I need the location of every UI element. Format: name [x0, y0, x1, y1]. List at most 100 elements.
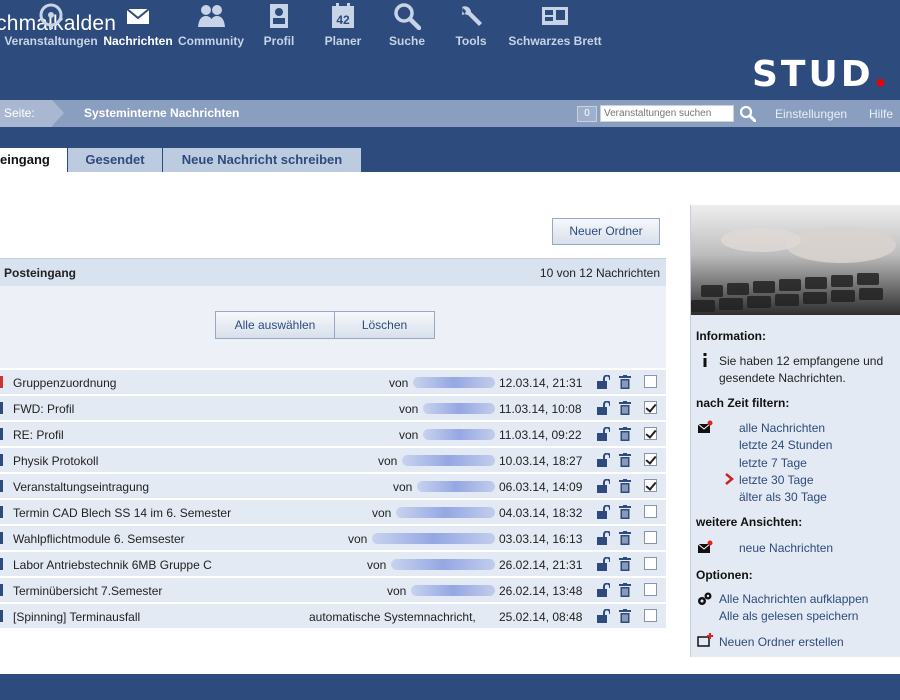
nav-item-tools[interactable]: Tools — [450, 0, 492, 50]
message-row[interactable]: Labor Antriebstechnik 6MB Gruppe C von 26.… — [0, 552, 666, 578]
trash-icon[interactable] — [619, 427, 631, 444]
filter-all[interactable]: alle Nachrichten — [739, 421, 825, 435]
unlock-icon[interactable] — [596, 478, 611, 496]
message-row[interactable]: Gruppenzuordnung von 12.03.14, 21:31 — [0, 370, 666, 396]
message-row[interactable]: RE: Profil von 11.03.14, 09:22 — [0, 422, 666, 448]
unlock-icon[interactable] — [596, 556, 611, 574]
message-checkbox[interactable] — [644, 557, 657, 570]
unlock-icon[interactable] — [596, 582, 611, 600]
message-row[interactable]: Veranstaltungseintragung von 06.03.14, 14:… — [0, 474, 666, 500]
nav-item-veranstaltungen[interactable]: Veranstaltungen — [4, 0, 98, 50]
unlock-icon[interactable] — [596, 504, 611, 522]
trash-icon[interactable] — [619, 401, 631, 418]
unlock-icon[interactable] — [596, 400, 611, 418]
message-subject[interactable]: Gruppenzuordnung — [13, 376, 116, 390]
view-new-messages[interactable]: neue Nachrichten — [739, 541, 833, 555]
message-subject[interactable]: [Spinning] Terminausfall — [13, 610, 140, 624]
trash-icon[interactable] — [619, 609, 631, 626]
trash-icon[interactable] — [619, 505, 631, 522]
message-row[interactable]: FWD: Profil von 11.03.14, 10:08 — [0, 396, 666, 422]
trash-icon[interactable] — [619, 531, 631, 548]
message-checkbox[interactable] — [644, 531, 657, 544]
message-sender-label: von — [367, 558, 387, 572]
unlock-icon[interactable] — [596, 374, 611, 392]
message-checkbox[interactable] — [644, 479, 657, 492]
message-date: 06.03.14, 14:09 — [499, 480, 583, 494]
message-date: 10.03.14, 18:27 — [499, 454, 583, 468]
help-link[interactable]: Hilfe — [869, 107, 893, 121]
profile-icon — [258, 2, 300, 32]
message-checkbox[interactable] — [644, 427, 657, 440]
message-row[interactable]: Physik Protokoll von 10.03.14, 18:27 — [0, 448, 666, 474]
message-checkbox[interactable] — [644, 505, 657, 518]
option-new-folder[interactable]: Neuen Ordner erstellen — [719, 635, 844, 649]
trash-icon[interactable] — [619, 479, 631, 496]
studip-logo[interactable]: STUD. — [752, 54, 890, 95]
message-date: 11.03.14, 10:08 — [499, 402, 582, 416]
message-subject[interactable]: Wahlpflichtmodule 6. Semsester — [13, 532, 185, 546]
breadcrumb-arrow-icon — [52, 100, 64, 126]
message-checkbox[interactable] — [644, 375, 657, 388]
sender-name-blurred — [391, 559, 495, 570]
trash-icon[interactable] — [619, 453, 631, 470]
message-checkbox[interactable] — [644, 401, 657, 414]
tab-neue-nachricht[interactable]: Neue Nachricht schreiben — [163, 148, 361, 172]
search-icon[interactable] — [739, 105, 757, 125]
sender-name-blurred — [423, 403, 495, 414]
option-expand-all[interactable]: Alle Nachrichten aufklappen — [719, 592, 868, 606]
message-date: 04.03.14, 18:32 — [499, 506, 583, 520]
search-input[interactable] — [600, 105, 734, 122]
message-row[interactable]: [Spinning] Terminausfall automatische Sys… — [0, 604, 666, 630]
mail-filter-icon — [697, 420, 713, 437]
nav-item-nachrichten[interactable]: Nachrichten — [101, 0, 175, 50]
message-row[interactable]: Wahlpflichtmodule 6. Semsester von 03.03.1… — [0, 526, 666, 552]
message-subject[interactable]: Veranstaltungseintragung — [13, 480, 149, 494]
message-subject[interactable]: Physik Protokoll — [13, 454, 98, 468]
unlock-icon[interactable] — [596, 426, 611, 444]
message-row[interactable]: Termin CAD Blech SS 14 im 6. Semester von… — [0, 500, 666, 526]
nav-item-planer[interactable]: 42 Planer — [322, 0, 364, 50]
message-row[interactable]: Terminübersicht 7.Semester von 26.02.14, 1… — [0, 578, 666, 604]
add-folder-icon — [697, 633, 713, 650]
message-date: 26.02.14, 13:48 — [499, 584, 583, 598]
nav-item-schwarzes-brett[interactable]: Schwarzes Brett — [505, 0, 605, 50]
filter-older[interactable]: älter als 30 Tage — [739, 490, 827, 504]
message-status-marker — [0, 584, 3, 596]
tab-posteingang[interactable]: eingang — [0, 148, 67, 172]
nav-item-profil[interactable]: Profil — [258, 0, 300, 50]
select-all-button[interactable]: Alle auswählen — [215, 311, 335, 339]
trash-icon[interactable] — [619, 557, 631, 574]
nav-item-suche[interactable]: Suche — [386, 0, 428, 50]
message-subject[interactable]: Labor Antriebstechnik 6MB Gruppe C — [13, 558, 212, 572]
options-title: Optionen: — [696, 568, 753, 582]
message-subject[interactable]: FWD: Profil — [13, 402, 74, 416]
trash-icon[interactable] — [619, 583, 631, 600]
option-mark-read[interactable]: Alle als gelesen speichern — [719, 609, 858, 623]
nav-item-community[interactable]: Community — [176, 0, 246, 50]
message-checkbox[interactable] — [644, 583, 657, 596]
trash-icon[interactable] — [619, 375, 631, 392]
unlock-icon[interactable] — [596, 608, 611, 626]
delete-button[interactable]: Löschen — [334, 311, 435, 339]
unlock-icon[interactable] — [596, 452, 611, 470]
logo-text: STUD — [752, 54, 874, 95]
message-checkbox[interactable] — [644, 609, 657, 622]
message-subject[interactable]: Termin CAD Blech SS 14 im 6. Semester — [13, 506, 231, 520]
tab-gesendet[interactable]: Gesendet — [68, 148, 162, 172]
filter-7d[interactable]: letzte 7 Tage — [739, 456, 807, 470]
message-sender-label: von — [389, 376, 409, 390]
breadcrumb: Seite: Systeminterne Nachrichten — [0, 100, 900, 127]
inbox-count: 10 von 12 Nachrichten — [539, 266, 660, 280]
filter-24h[interactable]: letzte 24 Stunden — [739, 438, 832, 452]
settings-link[interactable]: Einstellungen — [775, 107, 847, 121]
message-checkbox[interactable] — [644, 453, 657, 466]
message-sender-label: von — [348, 532, 368, 546]
new-folder-button[interactable]: Neuer Ordner — [552, 218, 660, 245]
message-subject[interactable]: Terminübersicht 7.Semester — [13, 584, 162, 598]
unlock-icon[interactable] — [596, 530, 611, 548]
inbox-header: Posteingang 10 von 12 Nachrichten — [0, 258, 666, 286]
filter-title: nach Zeit filtern: — [696, 396, 790, 410]
filter-30d[interactable]: letzte 30 Tage — [739, 473, 814, 487]
message-subject[interactable]: RE: Profil — [13, 428, 64, 442]
message-sender-label: automatische Systemnachricht, — [309, 610, 476, 624]
